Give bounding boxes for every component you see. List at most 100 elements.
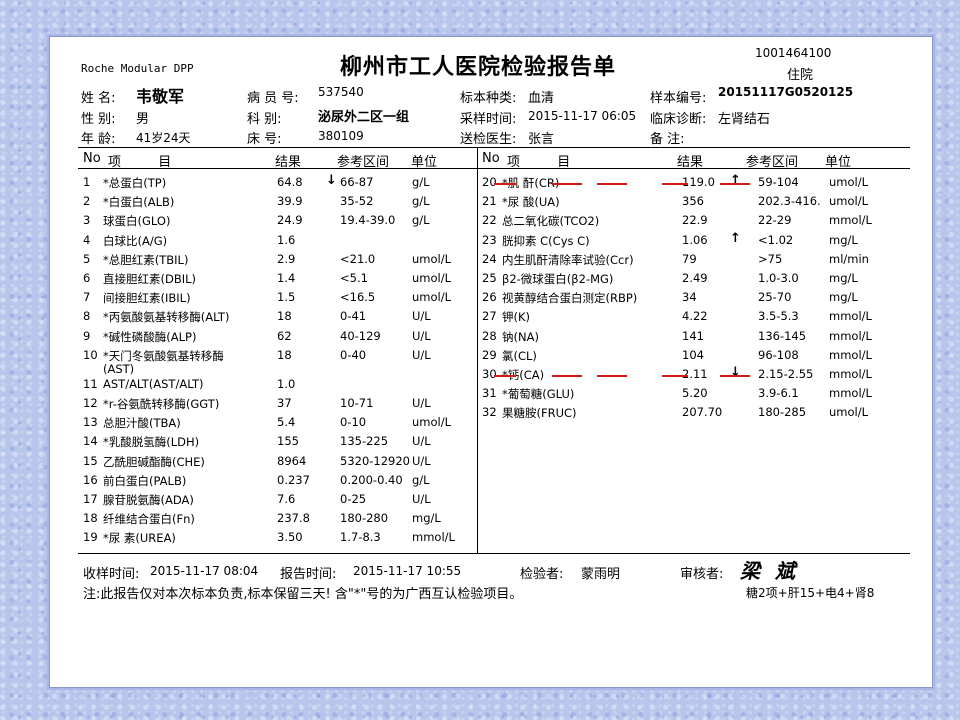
row-no: 25 (482, 271, 497, 285)
row-unit: U/L (412, 309, 431, 324)
reviewer-signature: 梁 斌 (740, 559, 799, 583)
row-reference: 1.0-3.0 (758, 271, 799, 285)
table-bottom-rule (78, 553, 910, 554)
row-reference: <16.5 (340, 290, 376, 305)
row-reference: 0-40 (340, 347, 367, 362)
row-reference: 40-129 (340, 328, 381, 343)
row-result: 18 (277, 309, 292, 324)
row-result: 18 (277, 347, 292, 362)
row-no: 5 (83, 251, 91, 266)
row-no: 31 (482, 386, 497, 401)
row-reference: 2.15-2.55 (758, 367, 814, 381)
diagnosis-label: 临床诊断: (650, 112, 707, 127)
row-reference: >75 (758, 251, 783, 266)
row-reference: <1.02 (758, 232, 794, 247)
row-reference: 3.9-6.1 (758, 386, 799, 401)
row-unit: umol/L (412, 290, 452, 305)
test-package: 糖2项+肝15+电4+肾8 (746, 586, 875, 600)
row-reference: 1.7-8.3 (340, 530, 381, 545)
table-row: 10 *天门冬氨酸氨基转移酶 18 0-40 U/L (AST) (83, 347, 473, 376)
row-item-name: *r-谷氨酰转移酶(GGT) (103, 397, 220, 411)
row-no: 4 (83, 232, 91, 247)
patient-sex: 男 (136, 112, 150, 127)
row-unit: mg/L (829, 232, 858, 247)
strike-mark (552, 375, 582, 377)
row-result: 22.9 (682, 213, 708, 228)
row-unit: mmol/L (829, 386, 872, 401)
row-no: 13 (83, 415, 98, 430)
row-reference: 35-52 (340, 194, 374, 209)
row-reference: 0-25 (340, 492, 367, 506)
row-no: 15 (83, 453, 98, 468)
row-unit: umol/L (412, 271, 452, 285)
row-result: 356 (682, 194, 704, 209)
strike-mark (494, 183, 516, 185)
row-no: 16 (83, 472, 98, 487)
row-result: 4.22 (682, 309, 708, 324)
row-unit: ml/min (829, 251, 869, 266)
row-result: 1.6 (277, 232, 296, 247)
row-flag: ↓ (730, 365, 741, 380)
row-reference: <5.1 (340, 271, 368, 285)
table-row: 29 氯(CL) 104 96-108 mmol/L (482, 348, 912, 367)
row-no: 29 (482, 347, 497, 362)
row-result: 39.9 (277, 194, 303, 209)
table-row: 20 *肌 酐(CR) 119.0 ↑ 59-104 umol/L (482, 173, 912, 194)
table-row: 5 *总胆红素(TBIL) 2.9 <21.0 umol/L (83, 252, 473, 271)
dept-value: 泌尿外二区一组 (318, 110, 410, 125)
table-row: 1 *总蛋白(TP) 64.8 ↓ 66-87 g/L (83, 173, 473, 194)
row-unit: U/L (412, 453, 431, 468)
row-result: 79 (682, 251, 697, 266)
strike-mark (597, 375, 627, 377)
row-no: 6 (83, 271, 91, 285)
row-no: 27 (482, 309, 497, 324)
row-item-name: 内生肌酐清除率试验(Ccr) (502, 252, 634, 267)
table-row: 22 总二氧化碳(TCO2) 22.9 22-29 mmol/L (482, 213, 912, 232)
report-time-label: 报告时间: (280, 567, 337, 582)
lab-report-sheet: Roche Modular DPP 柳州市工人医院检验报告单 100146410… (49, 36, 933, 688)
row-result: 2.49 (682, 271, 708, 285)
table-row: 32 果糖胺(FRUC) 207.70 180-285 umol/L (482, 405, 912, 424)
row-item-name: *乳酸脱氢酶(LDH) (103, 435, 200, 450)
row-item-name: 腺苷脱氨酶(ADA) (103, 493, 194, 507)
record-label: 病 员 号: (247, 91, 299, 106)
table-row: 3 球蛋白(GLO) 24.9 19.4-39.0 g/L (83, 213, 473, 232)
col-ref-right: 参考区间 (746, 155, 799, 170)
table-row: 23 胱抑素 C(Cys C) 1.06 ↑ <1.02 mg/L (482, 231, 912, 252)
row-unit: umol/L (829, 405, 869, 420)
tester-label: 检验者: (520, 567, 564, 582)
row-result: 155 (277, 434, 299, 449)
diagnosis: 左肾结石 (718, 112, 771, 127)
doctor: 张言 (528, 132, 555, 147)
report-time: 2015-11-17 10:55 (353, 564, 462, 578)
row-item-name: *总胆红素(TBIL) (103, 252, 189, 267)
row-item-name: *尿 酸(UA) (502, 195, 560, 210)
sex-label: 性 别: (81, 112, 116, 127)
row-no: 19 (83, 530, 98, 545)
strike-mark (720, 375, 750, 377)
row-unit: mg/L (829, 271, 858, 285)
row-unit: umol/L (412, 251, 452, 266)
row-no: 12 (83, 396, 98, 410)
row-reference: 135-225 (340, 434, 389, 449)
specimen-type: 血清 (528, 91, 555, 106)
row-unit: g/L (412, 213, 430, 228)
name-label: 姓 名: (81, 91, 116, 106)
col-item-left: 项 目 (108, 155, 172, 170)
row-item-name: 钾(K) (502, 310, 531, 325)
row-item-name: 氯(CL) (502, 348, 537, 363)
age-label: 年 龄: (81, 132, 116, 147)
row-item-name: 胱抑素 C(Cys C) (502, 233, 590, 248)
row-reference: <21.0 (340, 251, 376, 266)
row-item-name: *白蛋白(ALB) (103, 195, 175, 210)
table-row: 30 *钙(CA) 2.11 ↓ 2.15-2.55 mmol/L (482, 365, 912, 386)
col-result-right: 结果 (677, 155, 704, 170)
row-result: 207.70 (682, 405, 723, 420)
row-reference: 0-10 (340, 415, 367, 430)
strike-mark (597, 183, 627, 185)
row-reference: 66-87 (340, 175, 374, 189)
row-reference: 180-280 (340, 511, 389, 526)
strike-mark (662, 375, 688, 377)
row-result: 7.6 (277, 492, 296, 506)
table-row: 24 内生肌酐清除率试验(Ccr) 79 >75 ml/min (482, 252, 912, 271)
